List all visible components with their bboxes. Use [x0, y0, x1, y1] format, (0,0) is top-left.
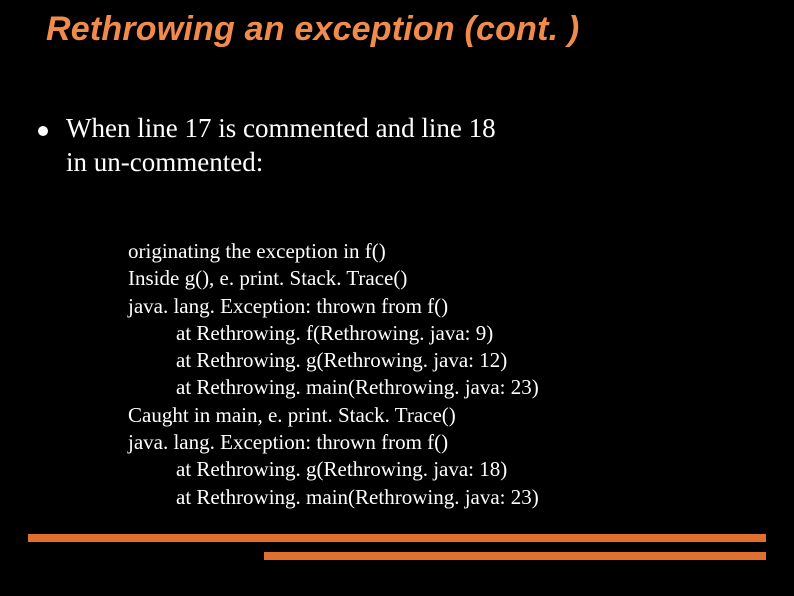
bullet-line-2: in un-commented: — [66, 147, 263, 177]
bullet-item: When line 17 is commented and line 18 in… — [38, 112, 678, 180]
footer-bar-icon — [28, 534, 766, 542]
bullet-dot-icon — [38, 126, 48, 136]
output-line: at Rethrowing. f(Rethrowing. java: 9) — [128, 320, 688, 347]
footer-decoration — [28, 534, 766, 560]
output-line: java. lang. Exception: thrown from f() — [128, 429, 688, 456]
slide: Rethrowing an exception (cont. ) When li… — [0, 0, 794, 596]
bullet-line-1: When line 17 is commented and line 18 — [66, 113, 496, 143]
footer-bar-icon — [264, 552, 766, 560]
slide-title: Rethrowing an exception (cont. ) — [46, 10, 579, 49]
output-line: Inside g(), e. print. Stack. Trace() — [128, 265, 688, 292]
output-line: at Rethrowing. g(Rethrowing. java: 18) — [128, 456, 688, 483]
output-block: originating the exception in f() Inside … — [128, 238, 688, 511]
bullet-text: When line 17 is commented and line 18 in… — [66, 112, 496, 180]
output-line: at Rethrowing. main(Rethrowing. java: 23… — [128, 374, 688, 401]
output-line: Caught in main, e. print. Stack. Trace() — [128, 402, 688, 429]
output-line: java. lang. Exception: thrown from f() — [128, 293, 688, 320]
output-line: at Rethrowing. g(Rethrowing. java: 12) — [128, 347, 688, 374]
output-line: at Rethrowing. main(Rethrowing. java: 23… — [128, 484, 688, 511]
output-line: originating the exception in f() — [128, 238, 688, 265]
